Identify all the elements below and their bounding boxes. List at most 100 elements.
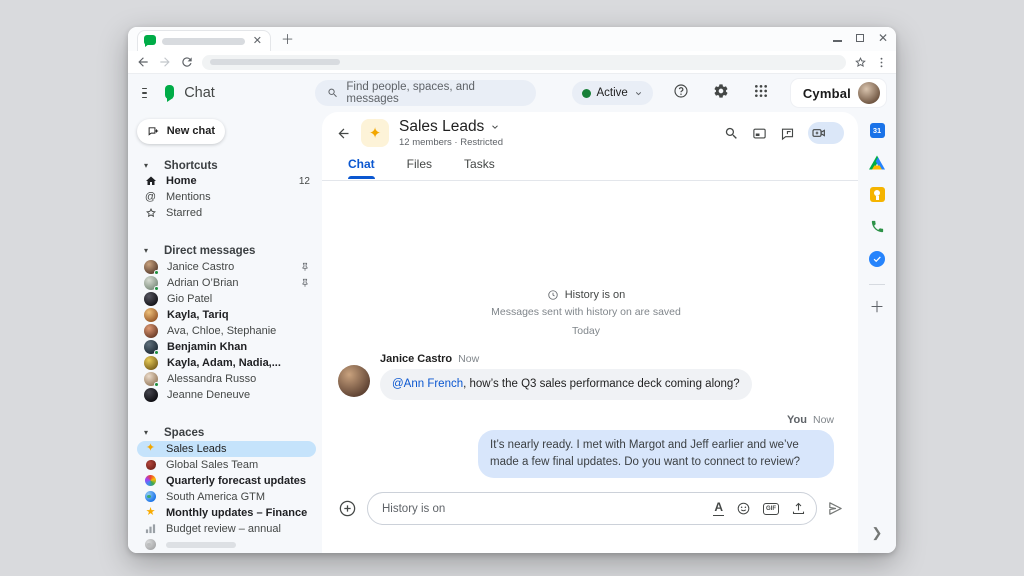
- avatar: [144, 388, 158, 403]
- google-chat-app: Chat Find people, spaces, and messages A…: [128, 74, 896, 553]
- gear-icon: [714, 83, 728, 98]
- avatar: [144, 372, 159, 388]
- search-placeholder: Find people, spaces, and messages: [346, 81, 475, 105]
- integration-plus-icon[interactable]: [338, 499, 357, 518]
- voice-app-icon[interactable]: [869, 218, 886, 235]
- presence-dot: [154, 285, 159, 291]
- dm-item[interactable]: Adrian O’Brian: [137, 275, 316, 291]
- settings-button[interactable]: [709, 79, 733, 108]
- chevron-down-icon[interactable]: [490, 122, 500, 132]
- get-addons-button[interactable]: ＋: [869, 300, 884, 315]
- browser-menu-icon[interactable]: [875, 56, 888, 69]
- browser-tab[interactable]: ✕: [137, 30, 271, 51]
- chat-logo-icon: [165, 84, 175, 102]
- drive-app-icon[interactable]: [869, 154, 886, 171]
- dm-item[interactable]: Gio Patel: [137, 291, 316, 307]
- account-chip[interactable]: Cymbal: [790, 79, 886, 107]
- keep-app-icon[interactable]: [869, 186, 886, 203]
- bookmark-star-icon[interactable]: [854, 56, 867, 69]
- upload-icon[interactable]: [791, 501, 806, 516]
- dm-item[interactable]: Jeanne Deneuve: [137, 387, 316, 403]
- sender-avatar[interactable]: [338, 364, 370, 397]
- calendar-app-icon[interactable]: 31: [869, 122, 886, 139]
- space-item[interactable]: Quarterly forecast updates: [137, 473, 316, 489]
- apps-launcher-button[interactable]: [749, 79, 773, 108]
- home-icon: [144, 175, 157, 188]
- main-menu-icon[interactable]: [140, 84, 149, 103]
- tab-files[interactable]: Files: [395, 154, 444, 179]
- sidebar: New chat ▾ Shortcuts Home 12 @ Mentions: [128, 112, 322, 553]
- reload-icon[interactable]: [180, 55, 194, 69]
- search-bar[interactable]: Find people, spaces, and messages: [314, 80, 536, 106]
- window-close-button[interactable]: ✕: [878, 32, 888, 44]
- sidebar-item-mentions[interactable]: @ Mentions: [137, 189, 316, 205]
- tab-title-placeholder: [162, 37, 245, 45]
- back-arrow-icon[interactable]: [336, 126, 351, 141]
- dm-item[interactable]: Benjamin Khan: [137, 339, 316, 355]
- presence-dot: [154, 269, 159, 275]
- sender-name[interactable]: Janice Castro: [380, 353, 452, 365]
- message-list: History is on Messages sent with history…: [322, 181, 858, 486]
- dm-item[interactable]: Janice Castro: [137, 259, 316, 275]
- tasks-app-icon[interactable]: [869, 250, 886, 267]
- message-bubble[interactable]: @Ann French, how’s the Q3 sales performa…: [380, 368, 752, 400]
- address-bar[interactable]: [202, 54, 846, 70]
- pin-icon: [302, 262, 308, 271]
- avatar: [144, 356, 158, 371]
- conversation-header: ✦ Sales Leads 12 members · Restricted: [322, 112, 858, 154]
- tab-chat[interactable]: Chat: [336, 154, 387, 179]
- back-icon[interactable]: [136, 55, 150, 69]
- url-placeholder: [210, 59, 340, 65]
- side-panel-rail: 31 ＋ ❯: [858, 112, 896, 553]
- space-item[interactable]: Global Sales Team: [137, 457, 316, 473]
- text-format-icon[interactable]: A: [713, 501, 724, 516]
- emoji-icon[interactable]: [736, 501, 751, 516]
- tab-close-icon[interactable]: ✕: [251, 35, 264, 48]
- dm-item[interactable]: Kayla, Adam, Nadia,...: [137, 355, 316, 371]
- search-icon: [328, 88, 337, 98]
- space-item[interactable]: South America GTM: [137, 489, 316, 505]
- gif-icon[interactable]: GIF: [763, 502, 779, 515]
- history-notice: History is on: [338, 289, 834, 301]
- forward-icon[interactable]: [158, 55, 172, 69]
- video-call-button[interactable]: [808, 122, 844, 144]
- message-input-field[interactable]: A GIF: [367, 492, 817, 525]
- message-bubble[interactable]: It’s nearly ready. I met with Margot and…: [478, 429, 834, 478]
- picture-in-picture-icon[interactable]: [752, 126, 767, 141]
- avatar: [144, 307, 158, 322]
- user-avatar[interactable]: [858, 82, 880, 104]
- space-item[interactable]: Budget review – annual: [137, 521, 316, 537]
- window-minimize-button[interactable]: [832, 40, 842, 42]
- video-camera-icon: [812, 129, 825, 137]
- new-chat-button[interactable]: New chat: [137, 119, 225, 144]
- dm-item[interactable]: Kayla, Tariq: [137, 307, 316, 323]
- sidebar-item-home[interactable]: Home 12: [137, 173, 316, 189]
- space-title[interactable]: Sales Leads: [399, 118, 484, 136]
- help-button[interactable]: [669, 79, 693, 108]
- spaces-section-header[interactable]: ▾ Spaces: [137, 425, 316, 440]
- status-selector[interactable]: Active: [571, 81, 653, 105]
- dm-item[interactable]: Ava, Chloe, Stephanie: [137, 323, 316, 339]
- star-emoji-icon: ★: [145, 506, 156, 519]
- mention-chip[interactable]: @Ann French: [392, 378, 463, 390]
- window-maximize-button[interactable]: [855, 34, 864, 42]
- space-emoji-icon: [144, 538, 157, 551]
- search-in-conversation-icon[interactable]: [724, 126, 739, 141]
- space-item[interactable]: ★ Monthly updates – Finance: [137, 505, 316, 521]
- new-tab-button[interactable]: ＋: [281, 29, 294, 48]
- dm-section-header[interactable]: ▾ Direct messages: [137, 243, 316, 258]
- collapse-caret-icon: ▾: [144, 246, 149, 256]
- message-input[interactable]: [382, 502, 714, 515]
- space-item[interactable]: [137, 537, 316, 553]
- send-icon[interactable]: [827, 500, 844, 517]
- tab-tasks[interactable]: Tasks: [452, 154, 507, 179]
- space-avatar-icon: ✦: [361, 119, 389, 147]
- expand-panel-icon[interactable]: ❯: [872, 525, 883, 541]
- product-name: Chat: [184, 85, 215, 101]
- dm-item[interactable]: Alessandra Russo: [137, 371, 316, 388]
- shortcuts-section-header[interactable]: ▾ Shortcuts: [137, 158, 316, 173]
- space-item-selected[interactable]: ✦ Sales Leads: [137, 440, 316, 457]
- sidebar-item-starred[interactable]: Starred: [137, 205, 316, 221]
- avatar: [144, 259, 159, 275]
- pinned-messages-icon[interactable]: [780, 126, 795, 141]
